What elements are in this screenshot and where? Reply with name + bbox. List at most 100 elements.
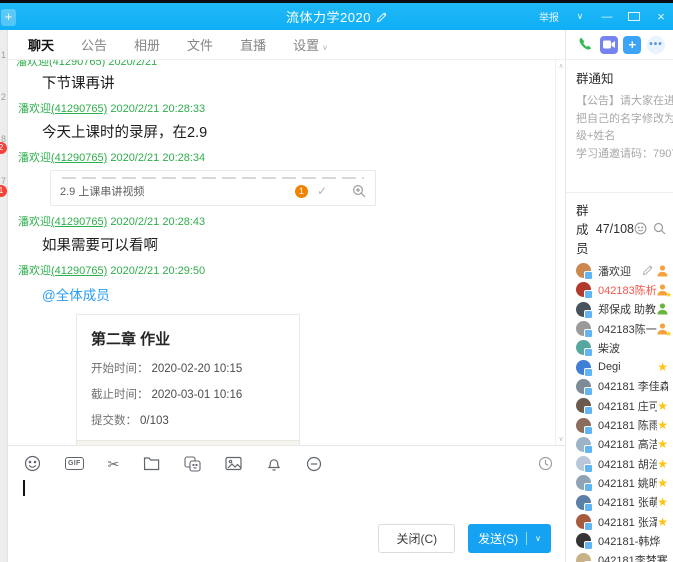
member-face-icon[interactable] xyxy=(634,222,647,235)
close-button[interactable]: 关闭(C) xyxy=(378,524,455,553)
edit-title-icon[interactable] xyxy=(376,12,387,23)
sticker-icon[interactable] xyxy=(184,456,201,472)
member-badges: ★ xyxy=(657,419,668,431)
member-row[interactable]: 042181 姚昕洋 ★ xyxy=(576,473,673,492)
file-folder-icon[interactable] xyxy=(143,456,160,471)
admin-badge-icon xyxy=(657,303,668,315)
homework-card[interactable]: 第二章 作业 开始时间：2020-02-20 10:15 截止时间：2020-0… xyxy=(76,314,300,445)
search-member-icon[interactable] xyxy=(653,222,666,235)
add-bubble-icon[interactable]: + xyxy=(623,36,641,54)
close-window-button[interactable]: × xyxy=(655,9,667,24)
message-timestamp: 2020/2/21 20:28:34 xyxy=(110,152,205,164)
member-row[interactable]: 042181 胡治翔 ★ xyxy=(576,454,673,473)
video-file-card[interactable]: 2.9 上课串讲视频 1 ✓ xyxy=(50,170,376,206)
sender-name[interactable]: 潘欢迎 xyxy=(18,216,51,228)
member-row[interactable]: 042181 张泽星 ★ xyxy=(576,512,673,531)
member-name: 042183陈析 xyxy=(598,282,657,298)
member-row[interactable]: 042181李梦寒 xyxy=(576,550,673,562)
chat-message: 如果需要可以看啊 xyxy=(42,234,551,255)
avatar xyxy=(576,302,591,317)
emoji-icon[interactable] xyxy=(24,455,41,472)
avatar xyxy=(576,321,591,336)
bell-icon[interactable] xyxy=(266,456,282,472)
avatar xyxy=(576,495,591,510)
message-timestamp: 2020/2/21 20:29:50 xyxy=(110,265,205,277)
member-row[interactable]: 042181 张萌 ★ xyxy=(576,493,673,512)
image-icon[interactable] xyxy=(225,456,242,471)
message-history-clock-icon[interactable] xyxy=(538,456,553,471)
tab-chat[interactable]: 聊天 xyxy=(28,35,54,54)
maximize-button[interactable] xyxy=(628,12,640,21)
gif-icon[interactable]: GIF xyxy=(65,457,84,470)
sender-uid-link[interactable]: (41290765) xyxy=(51,216,107,228)
message-timestamp: 2020/2/21 20:28:43 xyxy=(110,216,205,228)
chat-scrollbar[interactable]: ∧ ∨ xyxy=(555,60,565,445)
sender-line: 潘欢迎(41290765) 2020/2/21 20:28:33 xyxy=(18,100,551,116)
member-name: 潘欢迎 xyxy=(598,263,631,279)
video-file-label[interactable]: 2.9 上课串讲视频 xyxy=(60,183,144,199)
member-badges: ★ xyxy=(657,516,668,528)
scroll-down-arrow[interactable]: ∨ xyxy=(556,435,565,443)
member-row[interactable]: 柴波 xyxy=(576,338,673,357)
video-call-icon[interactable] xyxy=(600,36,618,54)
homework-title: 第二章 作业 xyxy=(91,328,285,349)
zoom-in-magnifier-icon[interactable] xyxy=(352,184,366,198)
send-options-chevron-icon[interactable]: ∨ xyxy=(535,534,541,543)
message-input-area[interactable]: GIF ✂ 关闭(C) 发送(S) ∨ xyxy=(8,445,565,562)
members-header: 群成员 47/108 xyxy=(566,193,673,261)
send-button-label: 发送(S) xyxy=(478,530,518,547)
sender-name[interactable]: 潘欢迎 xyxy=(18,152,51,164)
voice-call-icon[interactable] xyxy=(576,36,594,54)
sender-name[interactable]: 潘欢迎 xyxy=(18,265,51,277)
member-badges: ★ xyxy=(657,477,668,489)
owner-badge-icon: ★ xyxy=(657,323,668,335)
member-row[interactable]: 042183陈析 ★ xyxy=(576,280,673,299)
member-row[interactable]: 042181 高洁 ★ xyxy=(576,435,673,454)
member-row[interactable]: Degi ★ xyxy=(576,357,673,376)
avatar xyxy=(576,398,591,413)
avatar xyxy=(576,553,591,562)
member-row[interactable]: 042181 李佳森 xyxy=(576,377,673,396)
member-name: 柴波 xyxy=(598,340,620,356)
member-row[interactable]: 042181 陈雨 ★ xyxy=(576,415,673,434)
screenshot-scissors-icon[interactable]: ✂ xyxy=(108,457,120,471)
member-name: 042181 张萌 xyxy=(598,494,657,510)
sender-line: 潘欢迎(41290765) 2020/2/21 20:28:43 xyxy=(18,213,551,229)
member-row[interactable]: 042181 庄可欣 ★ xyxy=(576,396,673,415)
avatar xyxy=(576,437,591,452)
member-name: 042181李梦寒 xyxy=(598,552,668,562)
member-row[interactable]: 潘欢迎 xyxy=(576,261,673,280)
owner-badge-icon xyxy=(657,265,668,277)
member-list[interactable]: 潘欢迎 042183陈析 ★ 郑保成 助教 042183陈一帆 ★ 柴波 Deg… xyxy=(566,261,673,562)
sender-name[interactable]: 潘欢迎 xyxy=(18,103,51,115)
tab-live[interactable]: 直播 xyxy=(240,35,266,54)
mute-circle-icon[interactable] xyxy=(306,456,322,472)
sender-uid-link[interactable]: (41290765) xyxy=(51,103,107,115)
collapse-window-button[interactable]: ∨ xyxy=(574,11,586,22)
member-row[interactable]: 042183陈一帆 ★ xyxy=(576,319,673,338)
sender-uid-link[interactable]: (41290765) xyxy=(51,152,107,164)
tab-albums[interactable]: 相册 xyxy=(134,35,160,54)
edit-member-name-icon[interactable] xyxy=(642,265,653,276)
member-name: Degi xyxy=(598,361,621,373)
scroll-up-arrow[interactable]: ∧ xyxy=(556,62,565,70)
sender-line: 潘欢迎(41290765) 2020/2/21 20:28:34 xyxy=(18,149,551,165)
group-notice-panel[interactable]: 群通知 【公告】请大家在进群后， 把自己的名字修改为：班 级+姓名 学习通邀请码… xyxy=(566,60,673,193)
member-badges: ★ xyxy=(657,438,668,450)
avatar xyxy=(576,379,591,394)
member-name: 042181 李佳森 xyxy=(598,378,668,394)
text-cursor xyxy=(23,480,25,496)
tab-files[interactable]: 文件 xyxy=(187,35,213,54)
minimize-button[interactable]: — xyxy=(601,11,613,23)
report-button[interactable]: 举报 xyxy=(539,9,559,24)
sender-uid-link[interactable]: (41290765) xyxy=(51,265,107,277)
tab-announcements[interactable]: 公告 xyxy=(81,35,107,54)
tab-settings[interactable]: 设置∨ xyxy=(293,35,328,54)
mention-all-members[interactable]: @全体成员 xyxy=(42,284,551,304)
send-button[interactable]: 发送(S) ∨ xyxy=(468,524,551,553)
more-icon[interactable]: ••• xyxy=(647,36,665,54)
member-row[interactable]: 郑保成 助教 xyxy=(576,300,673,319)
chat-message-area[interactable]: 潘欢迎(41290765) 2020/2/21 下节课再讲 潘欢迎(412907… xyxy=(8,60,565,445)
member-row[interactable]: 042181-韩烨 xyxy=(576,531,673,550)
member-name: 042181 张泽星 xyxy=(598,514,657,530)
